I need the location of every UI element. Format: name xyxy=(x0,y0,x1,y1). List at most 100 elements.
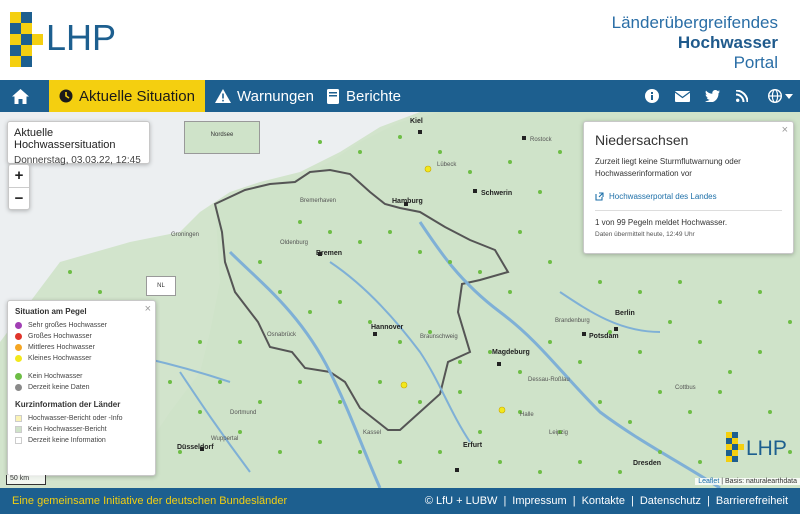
info-text: Zurzeit liegt keine Sturmflutwarnung ode… xyxy=(595,157,741,178)
info-close-button[interactable]: × xyxy=(782,124,788,136)
external-link-icon xyxy=(595,192,604,201)
link-label: Hochwasserportal des Landes xyxy=(609,192,717,201)
mail-button[interactable] xyxy=(668,80,696,112)
separator: | xyxy=(707,495,710,507)
city-label: Kassel xyxy=(363,430,382,436)
legend-label: Mittleres Hochwasser xyxy=(28,344,95,351)
map[interactable]: Nordsee NL Kiel Rostock Lübeck Schwerin … xyxy=(0,112,800,488)
city-label: Osnabrück xyxy=(267,332,297,338)
city-label: Dessau-Roßlau xyxy=(528,377,570,383)
home-button[interactable] xyxy=(12,80,38,112)
legend-label: Kein Hochwasser xyxy=(28,373,83,380)
legend-row: Kein Hochwasser xyxy=(15,371,148,382)
legend-row: Mittleres Hochwasser xyxy=(15,342,148,353)
country-label: NL xyxy=(146,276,176,296)
city-label: Leipzig xyxy=(549,430,569,436)
header: LHP Länderübergreifendes Hochwasser Port… xyxy=(0,0,800,80)
city-label: Rostock xyxy=(530,137,552,143)
legend-row: Kleines Hochwasser xyxy=(15,353,148,364)
city-label: Halle xyxy=(520,412,534,418)
city-label: Magdeburg xyxy=(492,349,530,356)
clock-icon xyxy=(59,89,73,103)
footer-tagline: Eine gemeinsame Initiative der deutschen… xyxy=(12,495,288,507)
info-count: 1 von 99 Pegeln meldet Hochwasser. xyxy=(595,218,728,227)
legend-dot xyxy=(15,333,22,340)
state-portal-link[interactable]: Hochwasserportal des Landes xyxy=(595,192,782,201)
tab-warnungen[interactable]: Warnungen xyxy=(215,80,314,112)
datenschutz-link[interactable]: Datenschutz xyxy=(640,495,701,507)
info-button[interactable] xyxy=(638,80,666,112)
situation-box: Aktuelle Hochwassersituation Donnerstag,… xyxy=(7,121,150,177)
legend-row: Kein Hochwasser-Bericht xyxy=(15,424,148,435)
city-label: Lübeck xyxy=(437,162,457,168)
language-dropdown[interactable] xyxy=(763,80,797,112)
city-label: Brandenburg xyxy=(555,318,590,324)
legend-swatch xyxy=(15,415,22,422)
legend-row: Derzeit keine Daten xyxy=(15,382,148,393)
legend-close-button[interactable]: × xyxy=(145,303,151,315)
legend-dot xyxy=(15,373,22,380)
tab-aktuelle-situation[interactable]: Aktuelle Situation xyxy=(49,80,205,112)
separator: | xyxy=(503,495,507,507)
city-label: Hannover xyxy=(371,324,404,331)
tab-label: Berichte xyxy=(346,87,402,105)
separator: | xyxy=(572,495,576,507)
warning-icon xyxy=(215,89,231,103)
legend-label: Hochwasser-Bericht oder -Info xyxy=(28,415,123,422)
impressum-link[interactable]: Impressum xyxy=(512,495,566,507)
copyright-link[interactable]: © LfU + LUBW xyxy=(425,495,498,507)
city-label: Berlin xyxy=(615,310,635,317)
rss-button[interactable] xyxy=(728,80,756,112)
attribution-text: | Basis: naturalearthdata xyxy=(721,478,797,485)
book-icon xyxy=(327,88,339,104)
footer: Eine gemeinsame Initiative der deutschen… xyxy=(0,488,800,514)
city-label: Dresden xyxy=(633,460,662,467)
twitter-button[interactable] xyxy=(698,80,726,112)
legend-dot xyxy=(15,355,22,362)
city-label: Cottbus xyxy=(675,385,696,391)
legend-label: Großes Hochwasser xyxy=(28,333,92,340)
zoom-out-button[interactable]: − xyxy=(9,187,29,209)
legend-row: Großes Hochwasser xyxy=(15,331,148,342)
legend-label: Derzeit keine Information xyxy=(28,437,106,444)
scale-bar: 50 km xyxy=(6,475,46,485)
tab-label: Warnungen xyxy=(237,87,314,105)
legend-swatch xyxy=(15,426,22,433)
legend-row: Derzeit keine Information xyxy=(15,435,148,446)
legend-dot xyxy=(15,384,22,391)
logo-text: LHP xyxy=(46,17,116,58)
city-label: Oldenburg xyxy=(280,240,309,246)
city-label: Braunschweig xyxy=(420,334,458,340)
barrierefreiheit-link[interactable]: Barrierefreiheit xyxy=(716,495,788,507)
city-label: Düsseldorf xyxy=(177,444,214,451)
legend-swatch xyxy=(15,437,22,444)
map-logo-text: LHP xyxy=(746,437,787,460)
legend-title: Kurzinformation der Länder xyxy=(15,400,121,409)
leaflet-link[interactable]: Leaflet xyxy=(698,478,719,485)
kontakte-link[interactable]: Kontakte xyxy=(582,495,625,507)
zoom-in-button[interactable]: + xyxy=(9,165,29,187)
legend-label: Kleines Hochwasser xyxy=(28,355,92,362)
title-line3: Portal xyxy=(733,53,778,72)
home-icon xyxy=(12,88,29,104)
lhp-logo[interactable]: LHP xyxy=(10,10,120,70)
title-line1: Länderübergreifendes xyxy=(611,13,778,32)
legend-row: Sehr großes Hochwasser xyxy=(15,320,148,331)
tab-label: Aktuelle Situation xyxy=(79,87,195,105)
legend-dot xyxy=(15,322,22,329)
legend-title: Situation am Pegel xyxy=(15,307,87,316)
lhp-map-logo: LHP xyxy=(726,432,787,462)
legend-label: Sehr großes Hochwasser xyxy=(28,322,107,329)
city-label: Hamburg xyxy=(392,198,423,205)
footer-links: © LfU + LUBW | Impressum | Kontakte | Da… xyxy=(425,495,788,507)
info-icon xyxy=(645,89,659,103)
city-label: Bremerhaven xyxy=(300,198,337,204)
twitter-icon xyxy=(704,90,720,102)
city-label: Dortmund xyxy=(230,410,257,416)
tab-berichte[interactable]: Berichte xyxy=(326,80,401,112)
legend-label: Kein Hochwasser-Bericht xyxy=(28,426,107,433)
city-label: Erfurt xyxy=(463,442,483,449)
city-label: Potsdam xyxy=(589,333,619,340)
attribution: Leaflet | Basis: naturalearthdata xyxy=(695,478,800,485)
legend-label: Derzeit keine Daten xyxy=(28,384,90,391)
